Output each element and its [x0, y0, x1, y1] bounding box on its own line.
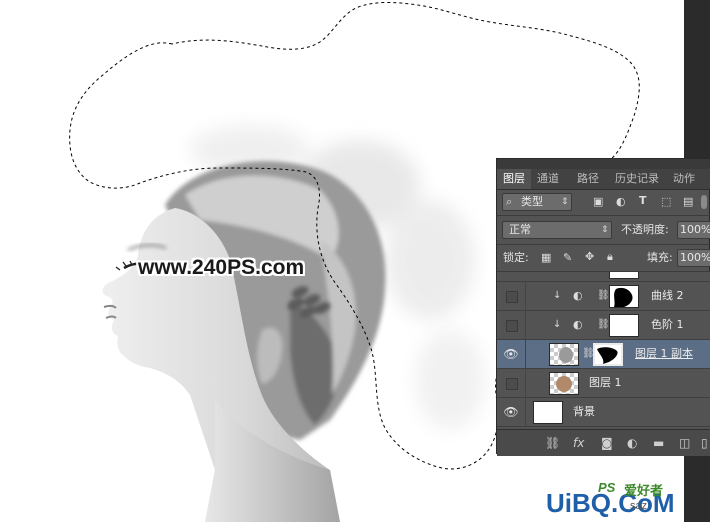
- search-icon: ⌕: [506, 195, 513, 208]
- filter-toggle[interactable]: [701, 195, 707, 209]
- type-filter-icon[interactable]: T: [639, 194, 647, 208]
- folder-icon[interactable]: ▬: [653, 435, 664, 451]
- site-logo: UiBQ.CoM PS 爱好者 saz: [546, 480, 684, 520]
- layer-thumbnail: [549, 372, 579, 395]
- logo-sub-text: saz: [630, 500, 648, 512]
- divider: [497, 215, 710, 216]
- layer-row[interactable]: ↓ ◐ ⛓ 色阶 1: [497, 311, 710, 340]
- lock-all-icon[interactable]: 🔒︎: [607, 250, 613, 264]
- layers-panel: 图层 通道 路径 历史记录 动作 ⌕ 类型 ⇕ ▣ ◐ T ⬚ ▤ 正常 ⇕ 不…: [496, 158, 710, 456]
- curves-adjustment-icon: ◐: [573, 289, 583, 302]
- tab-actions[interactable]: 动作: [673, 169, 695, 189]
- watermark-text: www.240PS.com: [138, 256, 305, 279]
- blend-mode-value: 正常: [509, 223, 531, 236]
- layer-mask-thumbnail: [609, 272, 639, 279]
- layer-filter-label: 类型: [521, 195, 543, 208]
- logo-ps-mark: PS: [598, 480, 616, 495]
- layers-list[interactable]: ↓ ◐ ⛓ 曲线 2 ↓ ◐ ⛓ 色阶 1 👁︎ ⛓ 图层 1 副本 图层 1 …: [497, 272, 710, 429]
- updown-arrow-icon: ⇕: [561, 197, 569, 207]
- tab-channels[interactable]: 通道: [537, 169, 559, 189]
- blend-mode-select[interactable]: 正常 ⇕: [502, 221, 612, 239]
- divider: [525, 369, 526, 398]
- logo-cn-text: 爱好者: [624, 484, 664, 499]
- layers-panel-footer: ⛓ fx ◙ ◐ ▬ ◫ ▯: [497, 429, 710, 456]
- visibility-toggle-off[interactable]: [506, 320, 518, 332]
- adjustment-filter-icon[interactable]: ◐: [616, 195, 626, 209]
- layer-row[interactable]: ↓ ◐ ⛓ 曲线 2: [497, 282, 710, 311]
- divider: [497, 244, 710, 245]
- fx-icon[interactable]: fx: [573, 435, 584, 451]
- trash-icon[interactable]: ▯: [701, 435, 708, 451]
- layer-row[interactable]: 图层 1: [497, 369, 710, 398]
- lock-brush-icon[interactable]: ✎: [563, 251, 572, 265]
- clip-arrow-icon: ↓: [553, 319, 562, 330]
- fill-value: 100%: [680, 251, 710, 264]
- layer-thumbnail: [533, 401, 563, 424]
- tab-layers[interactable]: 图层: [497, 169, 531, 189]
- visibility-toggle-off[interactable]: [506, 378, 518, 390]
- clip-arrow-icon: ↓: [553, 290, 562, 301]
- levels-adjustment-icon: ◐: [573, 318, 583, 331]
- pixel-filter-icon[interactable]: ▣: [593, 195, 603, 209]
- divider: [525, 398, 526, 427]
- divider: [525, 282, 526, 311]
- layer-name: 色阶 1: [651, 318, 684, 331]
- layer-filter-select[interactable]: ⌕ 类型 ⇕: [502, 193, 572, 211]
- fill-label: 填充:: [647, 251, 673, 264]
- layer-row-partial[interactable]: [497, 272, 710, 282]
- divider: [525, 340, 526, 369]
- shape-filter-icon[interactable]: ⬚: [661, 195, 671, 209]
- opacity-label: 不透明度:: [621, 223, 669, 236]
- panel-title-bar[interactable]: [497, 159, 710, 169]
- visibility-toggle-off[interactable]: [506, 291, 518, 303]
- layer-row[interactable]: 👁︎ 背景: [497, 398, 710, 427]
- layer-name: 曲线 2: [651, 289, 684, 302]
- layer-thumbnail: [549, 343, 579, 366]
- layer-row-selected[interactable]: 👁︎ ⛓ 图层 1 副本: [497, 340, 710, 369]
- mask-icon[interactable]: ◙: [601, 435, 613, 451]
- eye-icon[interactable]: 👁︎: [503, 346, 519, 362]
- lock-label: 锁定:: [503, 251, 529, 264]
- link-icon[interactable]: ⛓: [545, 435, 560, 451]
- chain-link-icon[interactable]: ⛓: [597, 318, 610, 332]
- adjustment-icon[interactable]: ◐: [627, 435, 637, 451]
- tab-paths[interactable]: 路径: [577, 169, 599, 189]
- layer-mask-thumbnail: [593, 343, 623, 366]
- divider: [525, 311, 526, 340]
- lock-position-icon[interactable]: ✥: [585, 250, 594, 264]
- eye-icon[interactable]: 👁︎: [503, 404, 519, 420]
- layer-mask-thumbnail: [609, 314, 639, 337]
- layer-mask-thumbnail: [609, 285, 639, 308]
- new-layer-icon[interactable]: ◫: [679, 435, 690, 451]
- layer-name: 背景: [573, 405, 595, 418]
- panel-tabs: 图层 通道 路径 历史记录 动作: [497, 169, 710, 190]
- lock-transparency-icon[interactable]: ▦: [541, 251, 551, 265]
- opacity-value: 100%: [680, 223, 710, 236]
- updown-arrow-icon: ⇕: [601, 225, 609, 235]
- chain-link-icon[interactable]: ⛓: [597, 289, 610, 303]
- layer-name: 图层 1 副本: [635, 347, 693, 360]
- smart-object-filter-icon[interactable]: ▤: [683, 195, 693, 209]
- fill-input[interactable]: 100%: [677, 249, 710, 267]
- layer-name: 图层 1: [589, 376, 622, 389]
- tab-history[interactable]: 历史记录: [615, 169, 659, 189]
- opacity-input[interactable]: 100%: [677, 221, 710, 239]
